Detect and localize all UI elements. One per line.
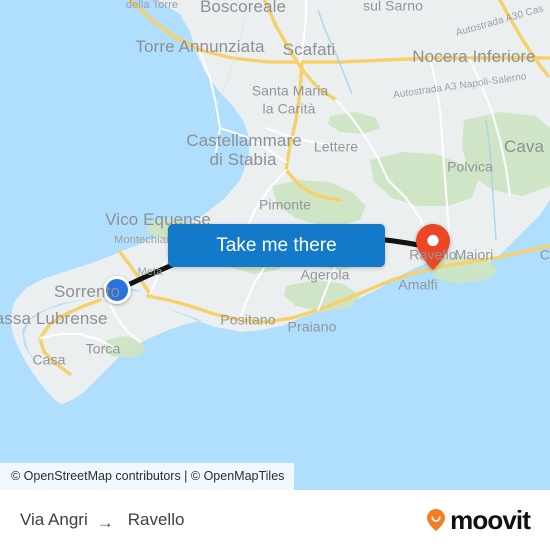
take-me-there-button[interactable]: Take me there (168, 224, 385, 267)
moovit-map-screen: della Torre Boscoreale sul Sarno Torre Annu… (0, 0, 550, 550)
route-destination-label: Ravello (127, 510, 185, 529)
footer-bar: Via Angri → Ravello moovit (0, 490, 550, 550)
map-canvas[interactable]: della Torre Boscoreale sul Sarno Torre Annu… (0, 0, 550, 490)
moovit-wordmark: moovit (450, 504, 531, 535)
arrow-right-icon: → (96, 513, 114, 532)
moovit-logo[interactable]: moovit (423, 504, 531, 536)
destination-pin-icon[interactable] (416, 224, 450, 270)
moovit-pin-icon (427, 509, 446, 531)
route-origin-label: Via Angri (20, 510, 88, 529)
origin-marker[interactable] (103, 276, 131, 304)
map-attribution[interactable]: © OpenStreetMap contributors | © OpenMap… (0, 463, 295, 490)
route-summary: Via Angri → Ravello (20, 510, 185, 532)
